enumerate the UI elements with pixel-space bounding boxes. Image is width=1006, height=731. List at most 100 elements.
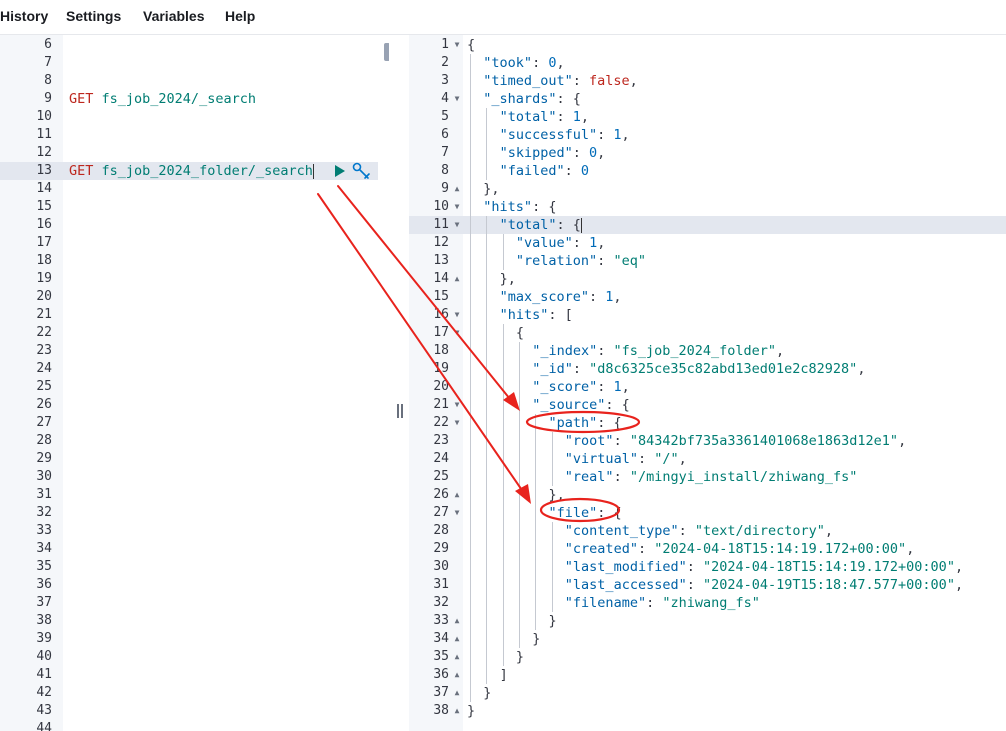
json-token: "_source"	[532, 397, 606, 413]
fold-close-icon[interactable]: ▲	[452, 702, 462, 720]
response-line: "successful": 1,	[500, 126, 630, 144]
menu-variables[interactable]: Variables	[143, 8, 205, 24]
request-line-number: 12	[36, 145, 52, 160]
json-token: false	[588, 73, 630, 89]
response-line: "relation": "eq"	[516, 252, 646, 270]
request-line-number: 27	[36, 415, 52, 430]
json-token: "failed"	[499, 163, 565, 179]
response-line: {	[467, 36, 475, 54]
pane-resize-handle[interactable]	[396, 404, 404, 418]
response-line-number: 20	[433, 379, 449, 394]
json-token: :	[637, 541, 655, 557]
fold-open-icon[interactable]: ▼	[452, 216, 462, 234]
fold-close-icon[interactable]: ▲	[452, 630, 462, 648]
fold-close-icon[interactable]: ▲	[452, 684, 462, 702]
response-viewer[interactable]: 1 ▼{2 "took": 0, 3 "timed_out": false, 4 ▼ "_sh…	[409, 35, 1006, 731]
response-line: "_index": "fs_job_2024_folder",	[532, 342, 784, 360]
request-editor[interactable]: 6 7 8 9 GET fs_job_2024/_search 10 11 12 13 GET f…	[0, 35, 389, 731]
response-line-number: 27	[433, 505, 449, 520]
request-line-number: 10	[36, 109, 52, 124]
json-token: :	[556, 109, 573, 125]
response-line-number: 36	[433, 667, 449, 682]
request-line-number: 9	[44, 91, 52, 106]
response-line: "hits": [	[500, 306, 573, 324]
json-token: ,	[776, 343, 785, 359]
request-line-number: 25	[36, 379, 52, 394]
json-token: "2024-04-19T15:18:47.577+00:00"	[702, 577, 955, 593]
json-token: "value"	[515, 235, 573, 251]
request-line[interactable]: GET fs_job_2024/_search	[69, 90, 256, 108]
response-line-number: 9	[441, 181, 449, 196]
json-token: }	[515, 649, 525, 665]
fold-open-icon[interactable]: ▼	[452, 414, 462, 432]
json-token: "skipped"	[499, 145, 573, 161]
request-line-number: 6	[44, 37, 52, 52]
fold-close-icon[interactable]: ▲	[452, 612, 462, 630]
json-token: : {	[597, 415, 622, 431]
fold-close-icon[interactable]: ▲	[452, 648, 462, 666]
response-line: "path": {	[549, 414, 622, 432]
response-line: "last_accessed": "2024-04-19T15:18:47.57…	[565, 576, 963, 594]
json-token: "real"	[564, 469, 614, 485]
response-line-number: 6	[441, 127, 449, 142]
json-token: "successful"	[499, 127, 598, 143]
json-token: "_id"	[532, 361, 573, 377]
menu-history[interactable]: History	[0, 8, 48, 24]
request-line-number: 11	[36, 127, 52, 142]
request-line[interactable]: GET fs_job_2024_folder/_search	[69, 162, 314, 180]
fold-open-icon[interactable]: ▼	[452, 396, 462, 414]
json-token: }	[483, 685, 492, 701]
response-line-number: 17	[433, 325, 449, 340]
indent-guide	[486, 108, 488, 180]
json-token: "relation"	[515, 253, 598, 269]
response-line-number: 19	[433, 361, 449, 376]
wrench-icon[interactable]	[352, 162, 372, 180]
request-line-number: 18	[36, 253, 52, 268]
json-token: "eq"	[613, 253, 646, 269]
json-token: "last_accessed"	[564, 577, 687, 593]
fold-open-icon[interactable]: ▼	[452, 504, 462, 522]
response-line: "real": "/mingyi_install/zhiwang_fs"	[565, 468, 858, 486]
menu-settings[interactable]: Settings	[66, 8, 121, 24]
json-token: "d8c6325ce35c82abd13ed01e2c82928"	[589, 361, 858, 377]
fold-close-icon[interactable]: ▲	[452, 180, 462, 198]
fold-open-icon[interactable]: ▼	[452, 324, 462, 342]
fold-close-icon[interactable]: ▲	[452, 666, 462, 684]
json-token: ,	[580, 109, 590, 125]
request-scrollbar[interactable]	[384, 43, 389, 61]
json-token: 1	[589, 235, 598, 251]
json-token: 0	[580, 163, 590, 179]
json-token: :	[572, 235, 590, 251]
response-line: }	[483, 684, 491, 702]
request-line-number: 7	[44, 55, 52, 70]
json-token: ,	[597, 235, 606, 251]
fold-open-icon[interactable]: ▼	[452, 36, 462, 54]
fold-close-icon[interactable]: ▲	[452, 486, 462, 504]
request-line-number: 33	[36, 523, 52, 538]
menu-bar: History Settings Variables Help	[0, 0, 1006, 35]
fold-open-icon[interactable]: ▼	[452, 306, 462, 324]
menu-help[interactable]: Help	[225, 8, 255, 24]
json-token: :	[678, 523, 695, 539]
json-token: "zhiwang_fs"	[662, 595, 760, 611]
response-line: },	[483, 180, 499, 198]
json-token: "root"	[564, 433, 614, 449]
fold-open-icon[interactable]: ▼	[452, 90, 462, 108]
json-token: :	[564, 163, 581, 179]
response-line: }	[549, 612, 557, 630]
json-token: ,	[898, 433, 907, 449]
request-line-number: 32	[36, 505, 52, 520]
response-line: "value": 1,	[516, 234, 605, 252]
json-token: "fs_job_2024_folder"	[613, 343, 777, 359]
fold-open-icon[interactable]: ▼	[452, 198, 462, 216]
json-token: ,	[556, 55, 565, 71]
json-token: },	[483, 181, 500, 197]
response-line-number: 5	[441, 109, 449, 124]
response-line: "_shards": {	[483, 90, 581, 108]
response-line-number: 38	[433, 703, 449, 718]
response-line-number: 33	[433, 613, 449, 628]
response-line: },	[549, 486, 565, 504]
response-line-number: 32	[433, 595, 449, 610]
fold-close-icon[interactable]: ▲	[452, 270, 462, 288]
play-triangle-icon[interactable]	[334, 164, 346, 178]
